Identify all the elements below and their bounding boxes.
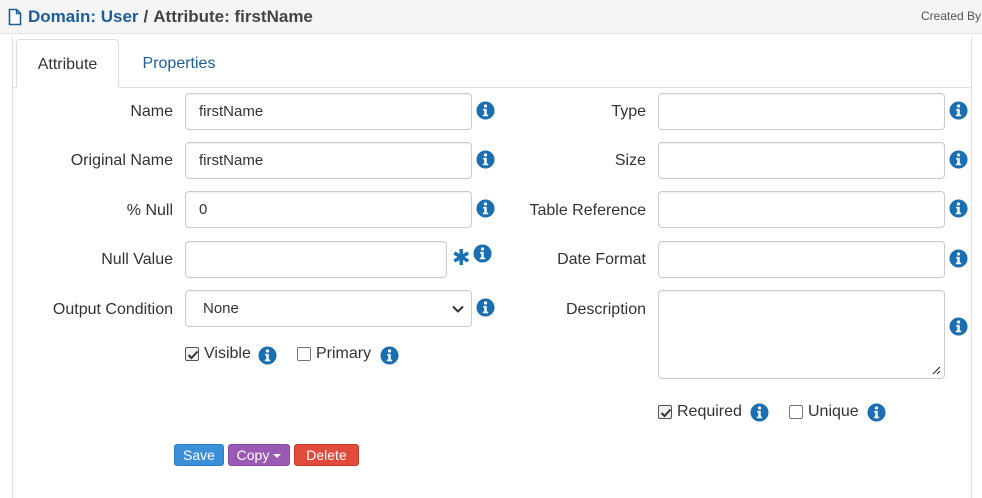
document-icon: [8, 8, 22, 26]
visible-label: Visible: [204, 345, 251, 362]
output-condition-select[interactable]: None: [185, 290, 472, 327]
null-value-label: Null Value: [101, 251, 173, 268]
info-icon[interactable]: [949, 101, 968, 120]
pct-null-label: % Null: [126, 202, 173, 219]
info-icon[interactable]: [476, 298, 495, 317]
pct-null-input[interactable]: [185, 191, 472, 228]
info-icon[interactable]: [258, 346, 277, 365]
info-icon[interactable]: [949, 199, 968, 218]
visible-checkbox-row[interactable]: Visible: [185, 345, 251, 363]
date-format-label: Date Format: [557, 251, 646, 268]
resize-grip-icon[interactable]: [932, 366, 941, 375]
copy-button[interactable]: Copy: [228, 444, 290, 466]
primary-checkbox-row[interactable]: Primary: [297, 345, 371, 363]
chevron-down-icon: [452, 305, 464, 313]
original-name-input[interactable]: [185, 142, 472, 179]
breadcrumb-domain-link[interactable]: Domain: User: [28, 7, 139, 27]
description-label: Description: [565, 301, 646, 318]
null-value-input[interactable]: [185, 241, 447, 278]
output-condition-value: None: [203, 300, 239, 317]
tab-properties[interactable]: Properties: [126, 39, 232, 88]
page-title: Domain: User / Attribute: firstName: [8, 7, 313, 27]
primary-label: Primary: [316, 345, 372, 362]
tab-attribute[interactable]: Attribute: [16, 39, 119, 88]
info-icon[interactable]: [476, 199, 495, 218]
description-textarea[interactable]: [658, 290, 945, 379]
copy-button-label: Copy: [236, 447, 270, 463]
breadcrumb-separator: /: [143, 7, 149, 26]
table-reference-input[interactable]: [658, 191, 945, 228]
info-icon[interactable]: [949, 150, 968, 169]
caret-down-icon: [273, 454, 282, 459]
created-by-label: Created By: [921, 9, 982, 23]
name-input[interactable]: [185, 93, 472, 130]
output-condition-label: Output Condition: [52, 301, 173, 318]
info-icon[interactable]: [949, 317, 968, 336]
breadcrumb-attribute: Attribute: firstName: [153, 7, 313, 26]
info-icon[interactable]: [949, 249, 968, 268]
info-icon[interactable]: [476, 150, 495, 169]
title-bar: Domain: User / Attribute: firstName Crea…: [0, 0, 982, 34]
asterisk-icon: ✱: [452, 246, 471, 271]
required-label: Required: [677, 403, 742, 420]
date-format-input[interactable]: [658, 241, 945, 278]
unique-label: Unique: [808, 403, 859, 420]
required-checkbox-row[interactable]: Required: [658, 403, 742, 421]
name-label: Name: [130, 103, 173, 120]
size-label: Size: [614, 152, 646, 169]
table-reference-label: Table Reference: [529, 202, 646, 219]
info-icon[interactable]: [473, 244, 492, 263]
info-icon[interactable]: [867, 403, 886, 422]
original-name-label: Original Name: [70, 152, 173, 169]
unique-checkbox[interactable]: [789, 405, 803, 419]
info-icon[interactable]: [476, 101, 495, 120]
type-input[interactable]: [658, 93, 945, 130]
size-input[interactable]: [658, 142, 945, 179]
visible-checkbox[interactable]: [185, 347, 199, 361]
primary-checkbox[interactable]: [297, 347, 311, 361]
type-label: Type: [611, 103, 646, 120]
info-icon[interactable]: [380, 346, 399, 365]
unique-checkbox-row[interactable]: Unique: [789, 403, 859, 421]
info-icon[interactable]: [750, 403, 769, 422]
delete-button[interactable]: Delete: [294, 444, 359, 466]
save-button[interactable]: Save: [174, 444, 224, 466]
required-checkbox[interactable]: [658, 405, 672, 419]
